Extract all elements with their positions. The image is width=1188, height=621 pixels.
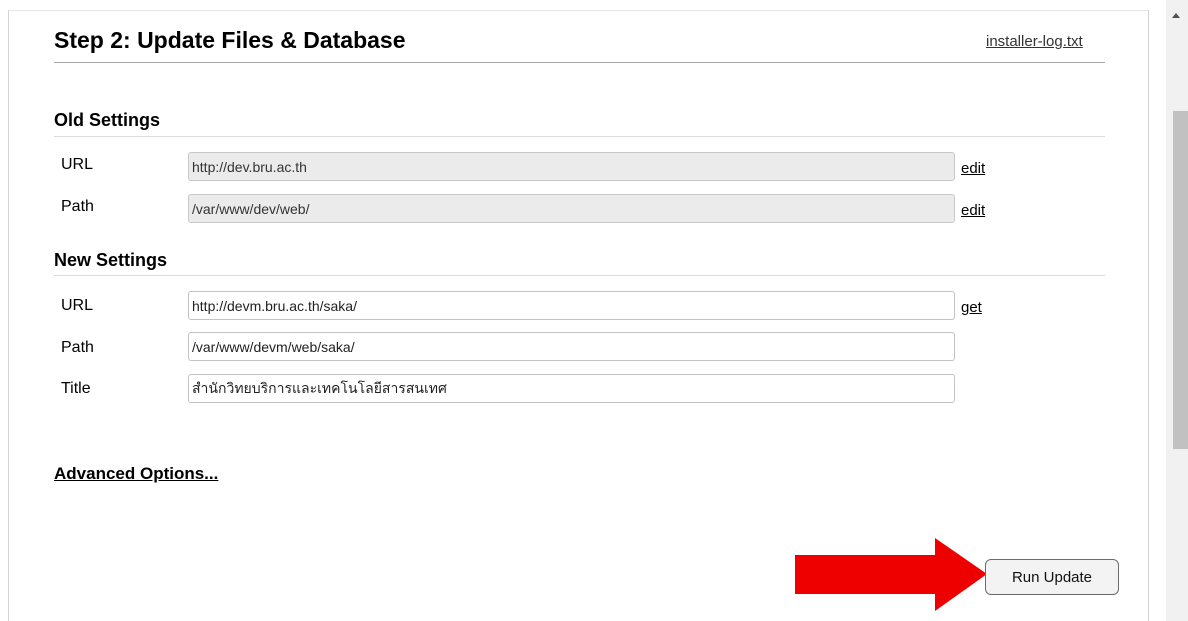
run-update-button[interactable]: Run Update <box>985 559 1119 595</box>
new-url-field[interactable] <box>188 291 955 320</box>
old-path-field[interactable] <box>188 194 955 223</box>
old-settings-divider <box>54 136 1105 137</box>
old-url-label: URL <box>61 156 94 173</box>
new-path-field[interactable] <box>188 332 955 361</box>
installer-log-link[interactable]: installer-log.txt <box>986 33 1083 50</box>
old-url-edit-link[interactable]: edit <box>961 160 985 177</box>
old-url-field[interactable] <box>188 152 955 181</box>
advanced-options-link[interactable]: Advanced Options... <box>54 464 218 484</box>
new-url-label: URL <box>61 297 94 314</box>
scroll-thumb[interactable] <box>1173 111 1188 449</box>
new-title-label: Title <box>61 380 91 397</box>
new-title-field[interactable] <box>188 374 955 403</box>
old-path-edit-link[interactable]: edit <box>961 202 985 219</box>
new-url-get-link[interactable]: get <box>961 299 982 316</box>
new-path-label: Path <box>61 339 94 356</box>
step-title: Step 2: Update Files & Database <box>54 27 406 53</box>
old-path-label: Path <box>61 198 94 215</box>
old-settings-heading: Old Settings <box>54 110 161 130</box>
new-settings-heading: New Settings <box>54 250 168 270</box>
new-settings-divider <box>54 275 1105 276</box>
scroll-up-icon[interactable] <box>1172 13 1180 18</box>
title-divider <box>54 62 1105 63</box>
arrow-right-icon <box>795 538 987 611</box>
